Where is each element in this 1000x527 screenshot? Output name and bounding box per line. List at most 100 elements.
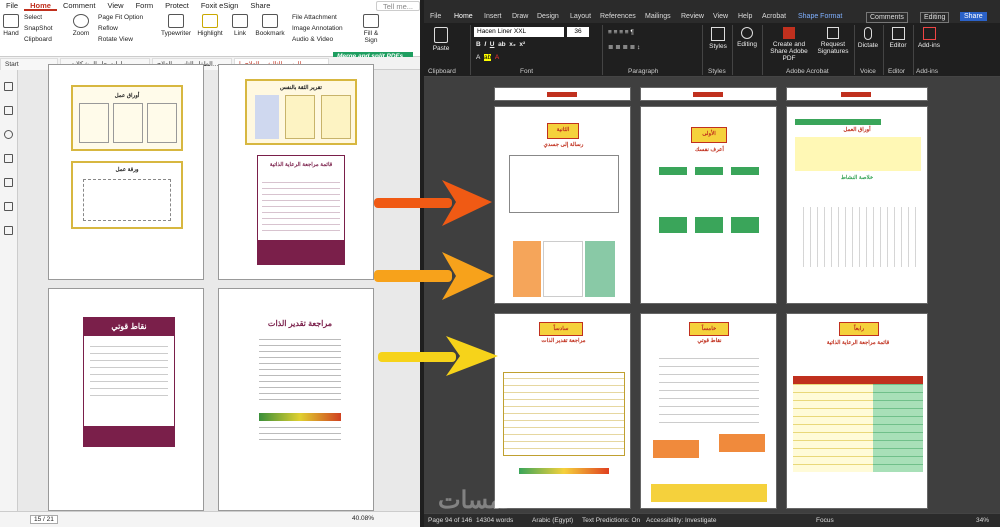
font-name-box[interactable]: Hacen Liner XXL <box>474 27 564 37</box>
foxit-status-bar: 15 / 21 40.08% <box>0 511 420 527</box>
foxit-menu-bar: File Home Comment View Form Protect Foxi… <box>0 0 420 11</box>
arrow-amber <box>374 252 494 300</box>
typewriter-icon <box>168 14 184 28</box>
word-ribbon: Paste Clipboard Hacen Liner XXL 36 B I U… <box>424 23 1000 77</box>
word-page: رابعاً قائمة مراجعة الرعاية الذاتية <box>786 313 928 509</box>
word-zoom-level[interactable]: 34% <box>976 514 989 527</box>
w-menu-review[interactable]: Review <box>681 10 704 23</box>
menu-view[interactable]: View <box>101 0 129 11</box>
foxit-sidebar <box>0 70 18 511</box>
word-status-bar: Page 94 of 146 14304 words Arabic (Egypt… <box>424 513 1000 527</box>
typewriter-tool[interactable]: Typewriter <box>160 14 192 37</box>
pen-icon <box>363 14 379 28</box>
word-document-area[interactable]: الثانية رسالة إلى جسدي الأولى أعرف نفسك … <box>424 77 1000 513</box>
pdf-icon <box>783 27 795 39</box>
menu-share[interactable]: Share <box>244 0 276 11</box>
request-signatures-button[interactable]: Request Signatures <box>816 27 850 55</box>
rotate-view[interactable]: Rotate View <box>98 36 133 43</box>
editor-button[interactable]: Editor <box>886 27 910 49</box>
pdf-page: أوراق عمل ورقة عمل <box>48 64 204 280</box>
accessibility-status[interactable]: Accessibility: Investigate <box>646 514 716 527</box>
text-predictions[interactable]: Text Predictions: On <box>582 514 640 527</box>
w-menu-file[interactable]: File <box>430 10 441 23</box>
grid-icon <box>922 27 936 40</box>
pdf-page: نقاط قوتي <box>48 288 204 511</box>
fill-sign-tool[interactable]: Fill & Sign <box>360 14 382 44</box>
font-color-row[interactable]: A ab A <box>476 54 499 61</box>
tell-me-search[interactable]: Tell me... <box>375 1 420 11</box>
link-icon <box>232 14 248 28</box>
w-menu-insert[interactable]: Insert <box>484 10 502 23</box>
menu-comment[interactable]: Comment <box>57 0 102 11</box>
zoom-icon <box>73 14 89 28</box>
file-attachment[interactable]: File Attachment <box>292 14 337 21</box>
share-button[interactable]: Share <box>960 12 987 21</box>
menu-foxit-esign[interactable]: Foxit eSign <box>195 0 245 11</box>
paste-button[interactable]: Paste <box>428 27 454 52</box>
word-page: أوراق العمل خلاصة النشاط <box>786 106 928 304</box>
zoom-tool[interactable]: Zoom <box>70 14 92 37</box>
worksheet-frame: أوراق عمل <box>71 85 183 151</box>
language[interactable]: Arabic (Egypt) <box>532 514 573 527</box>
word-page: الأولى أعرف نفسك <box>640 106 777 304</box>
word-menu-bar: File Home Insert Draw Design Layout Refe… <box>424 10 1000 25</box>
highlight-tool[interactable]: Highlight <box>195 14 225 37</box>
comments-panel-icon[interactable] <box>4 130 13 139</box>
select-tool[interactable]: Select <box>24 14 42 21</box>
styles-button[interactable]: Styles <box>706 27 730 50</box>
layers-panel-icon[interactable] <box>4 154 13 163</box>
clipboard-tool[interactable]: Clipboard <box>24 36 52 43</box>
w-menu-help[interactable]: Help <box>738 10 752 23</box>
word-count[interactable]: 14304 words <box>476 514 513 527</box>
security-panel-icon[interactable] <box>4 202 13 211</box>
worksheet-frame: ورقة عمل <box>71 161 183 229</box>
editing-button[interactable]: Editing <box>734 27 760 48</box>
image-annotation[interactable]: Image Annotation <box>292 25 343 32</box>
word-window: File Home Insert Draw Design Layout Refe… <box>424 0 1000 527</box>
page-number-field[interactable]: 15 / 21 <box>30 515 58 524</box>
signature-panel-icon[interactable] <box>4 226 13 235</box>
bookmark-tool[interactable]: Bookmark <box>254 14 286 37</box>
paragraph-controls[interactable]: ≡ ≡ ≡ ≡ ¶ <box>608 29 634 36</box>
w-menu-view[interactable]: View <box>713 10 728 23</box>
w-menu-shape-format[interactable]: Shape Format <box>798 10 842 23</box>
zoom-level[interactable]: 40.08% <box>352 515 374 522</box>
comments-button[interactable]: Comments <box>866 12 908 23</box>
w-menu-draw[interactable]: Draw <box>512 10 528 23</box>
font-size-box[interactable]: 36 <box>567 27 589 37</box>
bookmark-icon <box>262 14 278 28</box>
word-title-bar <box>424 0 1000 10</box>
menu-home[interactable]: Home <box>24 0 57 11</box>
addins-button[interactable]: Add-ins <box>916 27 942 49</box>
w-menu-references[interactable]: References <box>600 10 636 23</box>
audio-video[interactable]: Audio & Video <box>292 36 333 43</box>
create-share-pdf-button[interactable]: Create and Share Adobe PDF <box>764 27 814 62</box>
link-tool[interactable]: Link <box>230 14 250 37</box>
menu-protect[interactable]: Protect <box>159 0 195 11</box>
foxit-ribbon: Hand Select SnapShot Clipboard Zoom Page… <box>0 11 420 57</box>
align-controls[interactable]: ≣ ≣ ≣ ≣ ↕ <box>608 43 640 51</box>
menu-file[interactable]: File <box>0 0 24 11</box>
w-menu-layout[interactable]: Layout <box>570 10 591 23</box>
bold-button[interactable]: B I U ab x₂ x² <box>476 41 525 48</box>
word-page: خامساً نقاط قوتي <box>640 313 777 509</box>
dictate-button[interactable]: Dictate <box>856 27 880 49</box>
pages-panel-icon[interactable] <box>4 106 13 115</box>
page-counter[interactable]: Page 94 of 146 <box>428 514 472 527</box>
w-menu-design[interactable]: Design <box>537 10 559 23</box>
page-fit-option[interactable]: Page Fit Option <box>98 14 143 21</box>
focus-button[interactable]: Focus <box>816 514 834 527</box>
word-page: الثانية رسالة إلى جسدي <box>494 106 631 304</box>
reflow-tool[interactable]: Reflow <box>98 25 118 32</box>
arrows-overlay <box>374 180 498 376</box>
editing-mode-button[interactable]: Editing <box>920 12 950 23</box>
hand-tool[interactable]: Hand <box>2 14 20 37</box>
attachment-panel-icon[interactable] <box>4 178 13 187</box>
editor-icon <box>891 27 905 40</box>
snapshot-tool[interactable]: SnapShot <box>24 25 53 32</box>
search-icon <box>741 27 753 39</box>
bookmark-panel-icon[interactable] <box>4 82 13 91</box>
menu-form[interactable]: Form <box>130 0 160 11</box>
w-menu-acrobat[interactable]: Acrobat <box>762 10 786 23</box>
w-menu-mailings[interactable]: Mailings <box>645 10 671 23</box>
